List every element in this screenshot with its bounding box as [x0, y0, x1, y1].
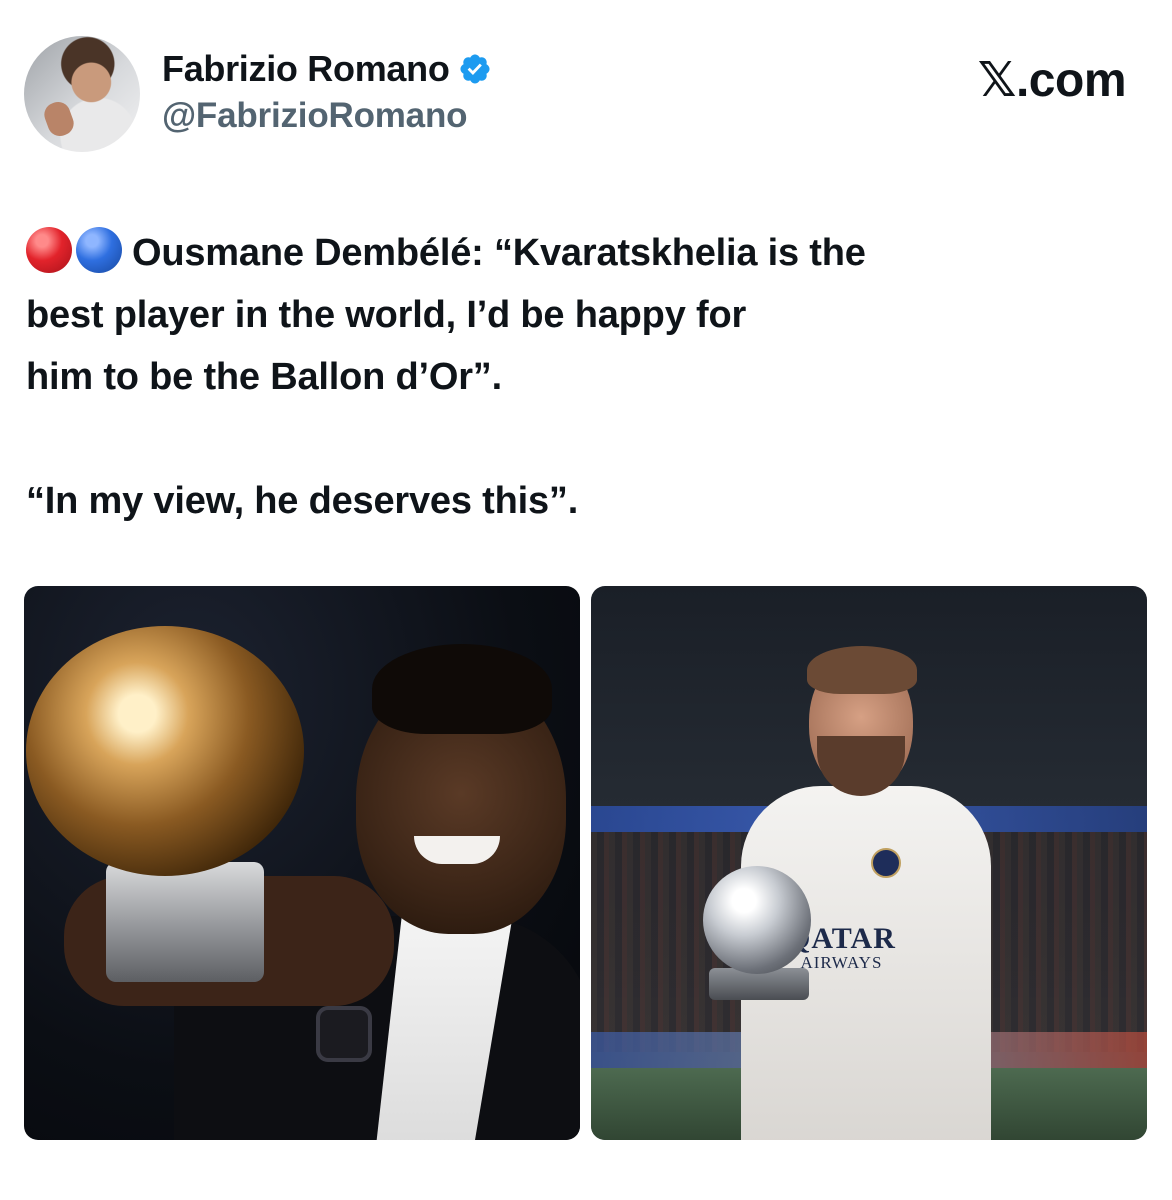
verified-badge-icon: [459, 54, 490, 84]
author-handle[interactable]: @FabrizioRomano: [162, 96, 468, 136]
trophy-base-shape: [106, 862, 264, 982]
tweet-text: Ousmane Dembélé: “Kvaratskhelia is the b…: [26, 222, 1126, 532]
red-circle-icon: [26, 227, 72, 273]
tweet-line-1: Ousmane Dembélé: “Kvaratskhelia is the: [26, 222, 1126, 284]
player-of-season-trophy-shape: [703, 866, 811, 974]
tweet-line-3: him to be the Ballon d’Or”.: [26, 356, 502, 398]
blue-circle-icon: [76, 227, 122, 273]
author-name-row: Fabrizio Romano: [162, 48, 492, 90]
x-com-label: .com: [1015, 54, 1127, 107]
tweet-line-2: best player in the world, I’d be happy f…: [26, 294, 747, 336]
tweet-line-4: “In my view, he deserves this”.: [26, 480, 579, 522]
ballon-dor-trophy-shape: [26, 626, 304, 876]
wristwatch-shape: [316, 1006, 372, 1062]
x-com-watermark: 𝕏.com: [977, 52, 1127, 108]
media-image-right[interactable]: QATAR AIRWAYS: [591, 586, 1147, 1140]
avatar-hand: [40, 98, 78, 140]
club-crest-icon: [871, 848, 901, 878]
player-hair-shape: [807, 646, 917, 694]
x-logo-icon: 𝕏: [977, 52, 1017, 108]
author-avatar[interactable]: [24, 36, 140, 152]
author-display-name[interactable]: Fabrizio Romano: [162, 48, 450, 90]
media-image-left[interactable]: [24, 586, 580, 1140]
tweet-line-1-text: Ousmane Dembélé: “Kvaratskhelia is the: [132, 232, 866, 274]
player-hair-shape: [372, 644, 552, 734]
